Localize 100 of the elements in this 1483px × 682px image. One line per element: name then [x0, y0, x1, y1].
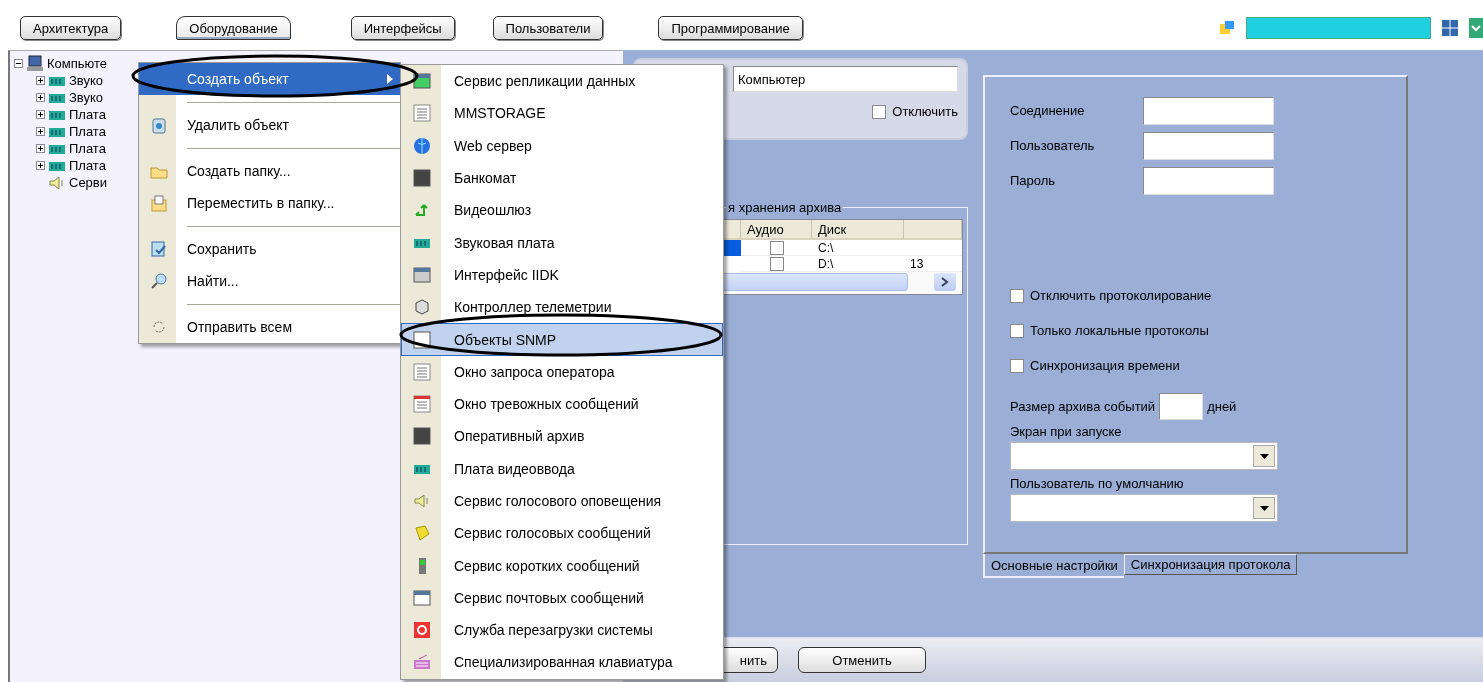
window-icon: [413, 265, 431, 284]
menu-item[interactable]: Сервис почтовых сообщений: [401, 581, 723, 615]
menu-item[interactable]: Контроллер телеметрии: [401, 291, 723, 324]
menu-item[interactable]: Объекты SNMP: [401, 323, 723, 356]
dropdown-field[interactable]: [1010, 442, 1278, 470]
menu-item[interactable]: Создать объект: [139, 63, 400, 95]
menu-item[interactable]: Служба перезагрузки системы: [401, 614, 723, 647]
toolbar-tab[interactable]: Интерфейсы: [350, 16, 455, 40]
expander-icon[interactable]: [14, 59, 23, 68]
dropdown-field[interactable]: [1010, 494, 1278, 522]
menu-item[interactable]: Сервис голосового оповещения: [401, 484, 723, 518]
expander-icon[interactable]: [36, 161, 45, 170]
column-header[interactable]: Аудио: [741, 220, 812, 240]
expander-icon[interactable]: [36, 93, 45, 102]
speaker-icon: [413, 492, 431, 510]
tree-item[interactable]: Плата: [69, 124, 106, 139]
power-icon: [413, 621, 431, 640]
toolbar-tab[interactable]: Пользователи: [492, 16, 604, 40]
dropdown-button[interactable]: [1253, 497, 1275, 519]
search-field[interactable]: [1246, 17, 1431, 39]
menu-item[interactable]: Банкомат: [401, 161, 723, 195]
cards-icon: [1218, 19, 1236, 37]
menu-item[interactable]: Переместить в папку...: [139, 187, 400, 219]
menu-item[interactable]: Сервис репликации данных: [401, 65, 723, 98]
menu-item[interactable]: Видеошлюз: [401, 194, 723, 227]
expander-icon[interactable]: [36, 110, 45, 119]
menu-item[interactable]: MMSTORAGE: [401, 97, 723, 130]
settings-tab[interactable]: Синхронизация протокола: [1123, 554, 1298, 575]
window-icon: [413, 72, 431, 91]
menu-item[interactable]: Сохранить: [139, 233, 400, 265]
toolbar-tab[interactable]: Оборудование: [176, 16, 291, 40]
search-icon: [149, 272, 168, 290]
table-cell: C:\: [812, 240, 904, 256]
save-icon: [149, 240, 168, 258]
field-label: Размер архива событий: [1010, 399, 1156, 414]
toolbar-tab[interactable]: Программирование: [658, 16, 803, 40]
speaker-icon: [48, 173, 66, 192]
checkbox-label: Отключить протоколирование: [1030, 288, 1212, 303]
menu-item[interactable]: Сервис голосовых сообщений: [401, 517, 723, 550]
square-icon: [413, 169, 431, 188]
menu-item[interactable]: Удалить объект: [139, 109, 400, 141]
toolbar-tab[interactable]: Архитектура: [20, 16, 122, 40]
settings-tab[interactable]: Основные настройки: [983, 554, 1124, 578]
checkbox[interactable]: [1010, 288, 1024, 303]
tree-item[interactable]: Звуко: [69, 90, 104, 105]
unit-label: дней: [1207, 399, 1237, 414]
menu-item[interactable]: Оперативный архив: [401, 420, 723, 453]
field-label: Пользователь по умолчанию: [1010, 476, 1185, 491]
checkbox-label: Синхронизация времени: [1030, 358, 1180, 373]
list-icon: [413, 362, 431, 381]
name-field[interactable]: Компьютер: [733, 66, 958, 92]
tree-item[interactable]: Плата: [69, 107, 106, 122]
keyboard-icon: [413, 653, 431, 672]
tree-item[interactable]: Серви: [69, 175, 108, 190]
menu-item[interactable]: Окно тревожных сообщений: [401, 387, 723, 421]
column-header[interactable]: Диск: [812, 220, 904, 240]
window-icon: [413, 588, 431, 607]
input-field[interactable]: [1143, 96, 1274, 125]
field-label: Пользователь: [1010, 138, 1096, 153]
square-icon: [413, 427, 431, 446]
menu-item[interactable]: Окно запроса оператора: [401, 355, 723, 388]
checkbox[interactable]: [769, 240, 784, 255]
menu-item[interactable]: Плата видеоввода: [401, 452, 723, 485]
computer-icon: [26, 54, 44, 73]
tree-item[interactable]: Плата: [69, 158, 106, 173]
menu-item[interactable]: Web сервер: [401, 129, 723, 162]
caret-icon: [1259, 505, 1269, 511]
checkbox[interactable]: [1010, 323, 1024, 338]
menu-item[interactable]: Звуковая плата: [401, 226, 723, 259]
expander-icon[interactable]: [36, 127, 45, 136]
menu-item[interactable]: Сервис коротких сообщений: [401, 549, 723, 582]
checkbox[interactable]: [769, 256, 784, 271]
expander-icon[interactable]: [36, 144, 45, 153]
dropdown-button[interactable]: [1253, 445, 1275, 467]
chevron-right-icon[interactable]: [941, 277, 949, 287]
list-icon: [413, 104, 431, 123]
field-label: Соединение: [1010, 103, 1086, 118]
field-label: Экран при запуске: [1010, 424, 1123, 439]
checkbox-label: Отключить: [892, 104, 958, 119]
expander-icon[interactable]: [36, 76, 45, 85]
caret-icon: [1259, 453, 1269, 459]
tree-item[interactable]: Компьюте: [47, 56, 108, 71]
menu-item[interactable]: Найти...: [139, 265, 400, 297]
bin-icon: [149, 116, 168, 134]
checkbox[interactable]: [1010, 358, 1024, 373]
input-field[interactable]: [1143, 166, 1274, 195]
globe-icon: [413, 136, 431, 155]
group-title: я хранения архива: [727, 200, 843, 215]
menu-item[interactable]: Создать папку...: [139, 155, 400, 187]
cube-icon: [413, 298, 431, 317]
checkbox[interactable]: [872, 104, 887, 119]
dialog-button[interactable]: Отменить: [798, 647, 926, 673]
menu-item[interactable]: Интерфейс IIDK: [401, 258, 723, 292]
tree-item[interactable]: Плата: [69, 141, 106, 156]
document-icon: [149, 194, 168, 212]
input-field[interactable]: [1143, 131, 1274, 160]
input-field[interactable]: [1159, 393, 1204, 420]
tree-item[interactable]: Звуко: [69, 73, 104, 88]
menu-item[interactable]: Отправить всем: [139, 311, 400, 343]
field-label: Пароль: [1010, 173, 1057, 188]
